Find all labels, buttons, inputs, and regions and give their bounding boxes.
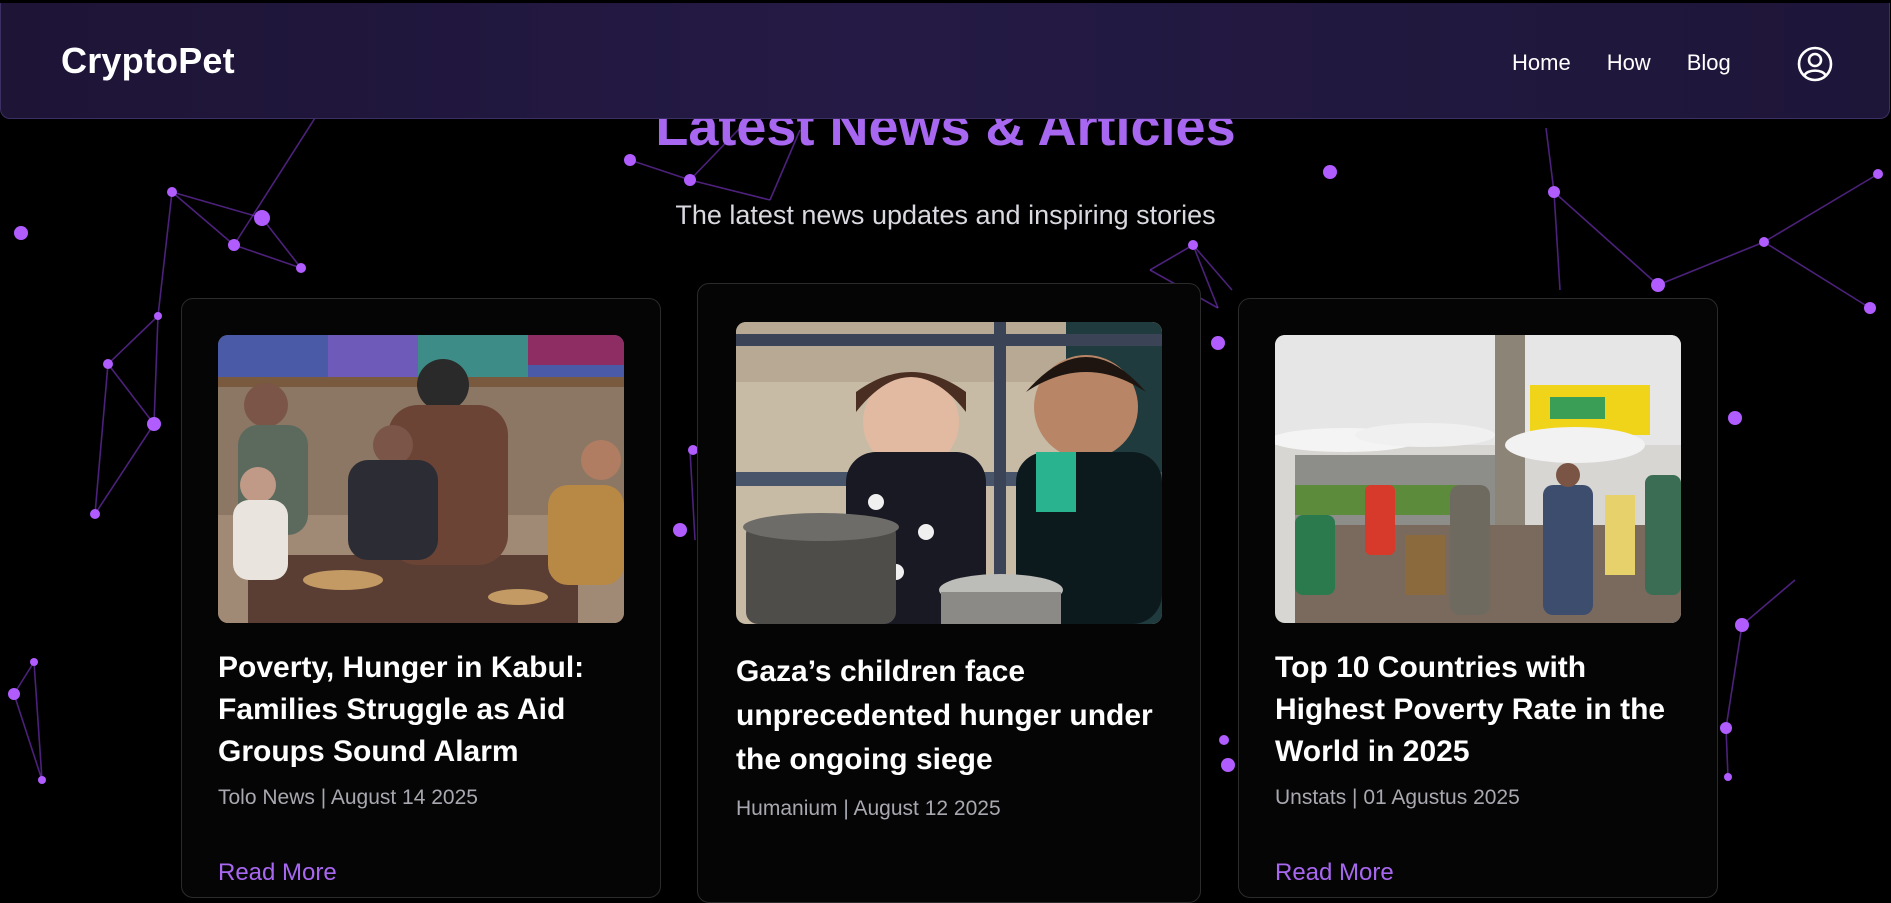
top-navbar: CryptoPet Home How Blog bbox=[0, 3, 1890, 119]
user-circle-icon[interactable] bbox=[1797, 46, 1833, 82]
family-sharing-food-photo[interactable] bbox=[218, 335, 624, 623]
main-nav: Home How Blog bbox=[1512, 50, 1767, 76]
article-title[interactable]: Gaza’s children face unprecedented hunge… bbox=[736, 650, 1176, 782]
article-meta: Tolo News | August 14 2025 bbox=[218, 786, 478, 809]
children-at-food-distribution-photo[interactable] bbox=[736, 322, 1162, 624]
nav-link-home[interactable]: Home bbox=[1512, 50, 1571, 76]
nav-link-how[interactable]: How bbox=[1607, 50, 1651, 76]
read-more-link[interactable]: Read More bbox=[1275, 859, 1394, 887]
nav-link-blog[interactable]: Blog bbox=[1687, 50, 1731, 76]
logo[interactable]: CryptoPet bbox=[61, 40, 235, 82]
article-title[interactable]: Poverty, Hunger in Kabul: Families Strug… bbox=[218, 647, 638, 773]
article-card-1[interactable]: Poverty, Hunger in Kabul: Families Strug… bbox=[181, 298, 661, 898]
street-market-photo[interactable] bbox=[1275, 335, 1681, 623]
article-meta: Unstats | 01 Agustus 2025 bbox=[1275, 786, 1520, 809]
section-subtitle: The latest news updates and inspiring st… bbox=[675, 200, 1216, 230]
article-title[interactable]: Top 10 Countries with Highest Poverty Ra… bbox=[1275, 647, 1695, 773]
article-card-2[interactable]: Gaza’s children face unprecedented hunge… bbox=[697, 283, 1201, 903]
read-more-link[interactable]: Read More bbox=[218, 859, 337, 887]
article-meta: Humanium | August 12 2025 bbox=[736, 797, 1001, 820]
article-card-3[interactable]: Top 10 Countries with Highest Poverty Ra… bbox=[1238, 298, 1718, 898]
